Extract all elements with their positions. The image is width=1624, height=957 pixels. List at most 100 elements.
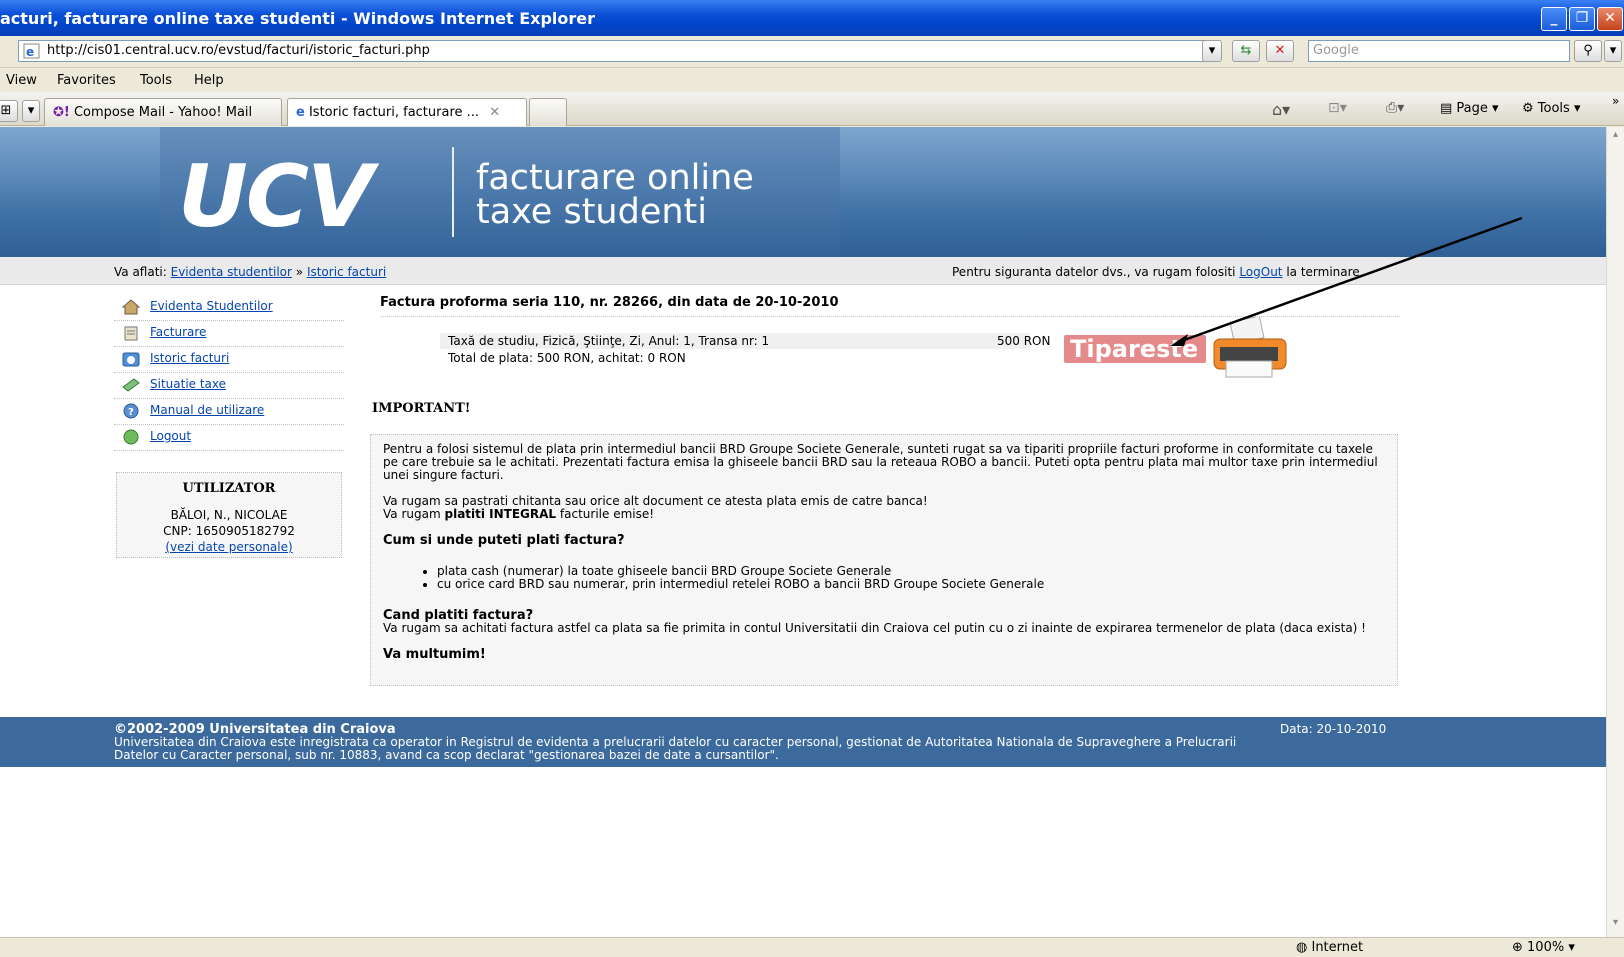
- stop-icon[interactable]: ✕: [1266, 40, 1294, 62]
- user-cnp: CNP: 1650905182792: [163, 524, 295, 538]
- breadcrumb-evidenta-link[interactable]: Evidenta studentilor: [171, 265, 292, 279]
- window-title: acturi, facturare online taxe studenti -…: [0, 9, 595, 28]
- banner-line2: taxe studenti: [476, 192, 707, 232]
- quick-tabs-icon[interactable]: ⊞: [0, 100, 18, 122]
- url-text: http://cis01.central.ucv.ro/evstud/factu…: [47, 43, 430, 58]
- history-icon: [122, 351, 140, 367]
- annotation-arrow: [1170, 216, 1523, 346]
- breadcrumb-separator: »: [295, 265, 304, 279]
- menu-view[interactable]: View: [6, 73, 37, 88]
- zoom-control[interactable]: ⊕ 100% ▾: [1512, 940, 1575, 955]
- print-icon[interactable]: ⎙▾: [1386, 100, 1404, 116]
- sidebar-item-label: Manual de utilizare: [150, 403, 265, 417]
- minimize-button[interactable]: _: [1541, 7, 1567, 31]
- invoice-total: Total de plata: 500 RON, achitat: 0 RON: [448, 351, 686, 365]
- restore-button[interactable]: ❐: [1569, 7, 1595, 31]
- personal-data-link[interactable]: (vezi date personale): [117, 540, 341, 554]
- search-options-icon[interactable]: ▾: [1604, 40, 1622, 62]
- address-dropdown-icon[interactable]: ▾: [1202, 40, 1222, 62]
- sidebar-item-evidenta[interactable]: Evidenta Studentilor: [114, 295, 344, 321]
- zone-label: Internet: [1311, 940, 1364, 955]
- tools-menu[interactable]: ⚙ Tools ▾: [1522, 101, 1581, 116]
- sidebar-item-label: Situatie taxe: [150, 377, 227, 391]
- address-toolbar: e http://cis01.central.ucv.ro/evstud/fac…: [0, 36, 1624, 68]
- status-bar: ◍ Internet ⊕ 100% ▾: [0, 937, 1624, 957]
- sidebar-item-label: Facturare: [150, 325, 207, 339]
- how-to-pay-heading: Cum si unde puteti plati factura?: [383, 533, 625, 548]
- integral-bold: platiti INTEGRAL: [444, 507, 557, 521]
- footer-text: Universitatea din Craiova este inregistr…: [114, 735, 1237, 762]
- breadcrumb-istoric-link[interactable]: Istoric facturi: [307, 265, 386, 279]
- ucv-logo: UCV: [178, 147, 374, 247]
- vertical-scrollbar[interactable]: ▴ ▾: [1606, 127, 1624, 937]
- user-box: UTILIZATOR BĂLOI, N., NICOLAE CNP: 16509…: [116, 472, 342, 558]
- tab-label: Compose Mail - Yahoo! Mail: [73, 105, 253, 120]
- sidebar-item-situatie[interactable]: Situatie taxe: [114, 373, 344, 399]
- close-tab-icon[interactable]: ✕: [489, 105, 500, 120]
- window-title-bar: acturi, facturare online taxe studenti -…: [0, 0, 1624, 36]
- list-item: cu orice card BRD sau numerar, prin inte…: [437, 578, 1387, 591]
- thanks-text: Va multumim!: [383, 647, 486, 662]
- tab-label: Istoric facturi, facturare ...: [308, 105, 480, 120]
- integral-pre: Va rugam: [383, 507, 441, 521]
- sidebar-item-label: Istoric facturi: [150, 351, 230, 365]
- tab-yahoo-mail[interactable]: ✪! Compose Mail - Yahoo! Mail: [44, 98, 282, 126]
- svg-text:e: e: [26, 45, 34, 59]
- ie-tab-icon: e: [296, 105, 305, 120]
- search-input[interactable]: Google: [1308, 40, 1570, 62]
- important-info-box: Pentru a folosi sistemul de plata prin i…: [370, 434, 1398, 686]
- logout-icon: [122, 429, 140, 445]
- sidebar-item-facturare[interactable]: Facturare: [114, 321, 344, 347]
- zoom-label: 100%: [1527, 940, 1565, 955]
- footer-date: Data: 20-10-2010: [1280, 722, 1387, 736]
- tab-bar: ⊞ ▾ ✪! Compose Mail - Yahoo! Mail e Isto…: [0, 92, 1624, 126]
- page-content: UCV facturare online taxe studenti Va af…: [0, 127, 1606, 937]
- sidebar-item-istoric[interactable]: Istoric facturi: [114, 347, 344, 373]
- sidebar-item-label: Evidenta Studentilor: [150, 299, 273, 313]
- menu-bar: View Favorites Tools Help: [0, 68, 1624, 92]
- scroll-down-icon[interactable]: ▾: [1609, 917, 1622, 931]
- invoice-icon: [122, 325, 140, 341]
- address-bar[interactable]: e http://cis01.central.ucv.ro/evstud/fac…: [18, 40, 1218, 62]
- important-heading: IMPORTANT!: [372, 401, 471, 416]
- svg-text:?: ?: [128, 407, 134, 418]
- sidebar-nav: Evidenta Studentilor Facturare Istoric f…: [114, 295, 344, 451]
- invoice-line-description: Taxă de studiu, Fizică, Ştiinţe, Zi, Anu…: [448, 334, 770, 348]
- info-paragraph: Pentru a folosi sistemul de plata prin i…: [383, 442, 1378, 482]
- search-placeholder: Google: [1313, 43, 1359, 58]
- info-paragraph-integral: Va rugam platiti INTEGRAL facturile emis…: [383, 508, 1387, 521]
- menu-favorites[interactable]: Favorites: [57, 73, 116, 88]
- user-heading: UTILIZATOR: [182, 481, 276, 496]
- payment-methods-list: plata cash (numerar) la toate ghiseele b…: [437, 565, 1387, 591]
- sidebar-item-logout[interactable]: Logout: [114, 425, 344, 451]
- menu-tools[interactable]: Tools: [140, 73, 172, 88]
- page-menu[interactable]: ▤ Page ▾: [1440, 101, 1499, 116]
- search-icon[interactable]: ⚲: [1574, 40, 1602, 62]
- new-tab-button[interactable]: [529, 98, 567, 126]
- sidebar-item-manual[interactable]: ? Manual de utilizare: [114, 399, 344, 425]
- home-icon[interactable]: ⌂▾: [1272, 100, 1290, 119]
- invoice-line-row: Taxă de studiu, Fizică, Ştiinţe, Zi, Anu…: [440, 333, 1050, 349]
- user-name: BĂLOI, N., NICOLAE: [170, 508, 288, 522]
- breadcrumb-prefix: Va aflati:: [114, 265, 167, 279]
- tab-list-icon[interactable]: ▾: [22, 100, 40, 122]
- invoice-line-amount: 500 RON: [997, 334, 1051, 348]
- money-icon: [122, 377, 140, 393]
- internet-zone: ◍ Internet: [1296, 940, 1364, 955]
- banner-line1: facturare online: [476, 158, 754, 198]
- refresh-icon[interactable]: ⇆: [1232, 40, 1260, 62]
- home-icon: [121, 299, 141, 315]
- banner-divider: [452, 147, 454, 237]
- chevron-more-icon[interactable]: »: [1612, 94, 1619, 108]
- yahoo-icon: ✪!: [53, 105, 70, 120]
- scroll-up-icon[interactable]: ▴: [1609, 129, 1622, 143]
- menu-help[interactable]: Help: [194, 73, 224, 88]
- ie-page-icon: e: [23, 43, 41, 59]
- feeds-icon[interactable]: ⊡▾: [1328, 100, 1347, 116]
- integral-post: facturile emise!: [559, 507, 655, 521]
- help-icon: ?: [122, 403, 140, 419]
- page-footer: ©2002-2009 Universitatea din Craiova Uni…: [0, 717, 1606, 767]
- sidebar-item-label: Logout: [150, 429, 192, 443]
- close-window-button[interactable]: ✕: [1597, 7, 1623, 31]
- tab-istoric-facturi[interactable]: e Istoric facturi, facturare ... ✕: [287, 98, 527, 126]
